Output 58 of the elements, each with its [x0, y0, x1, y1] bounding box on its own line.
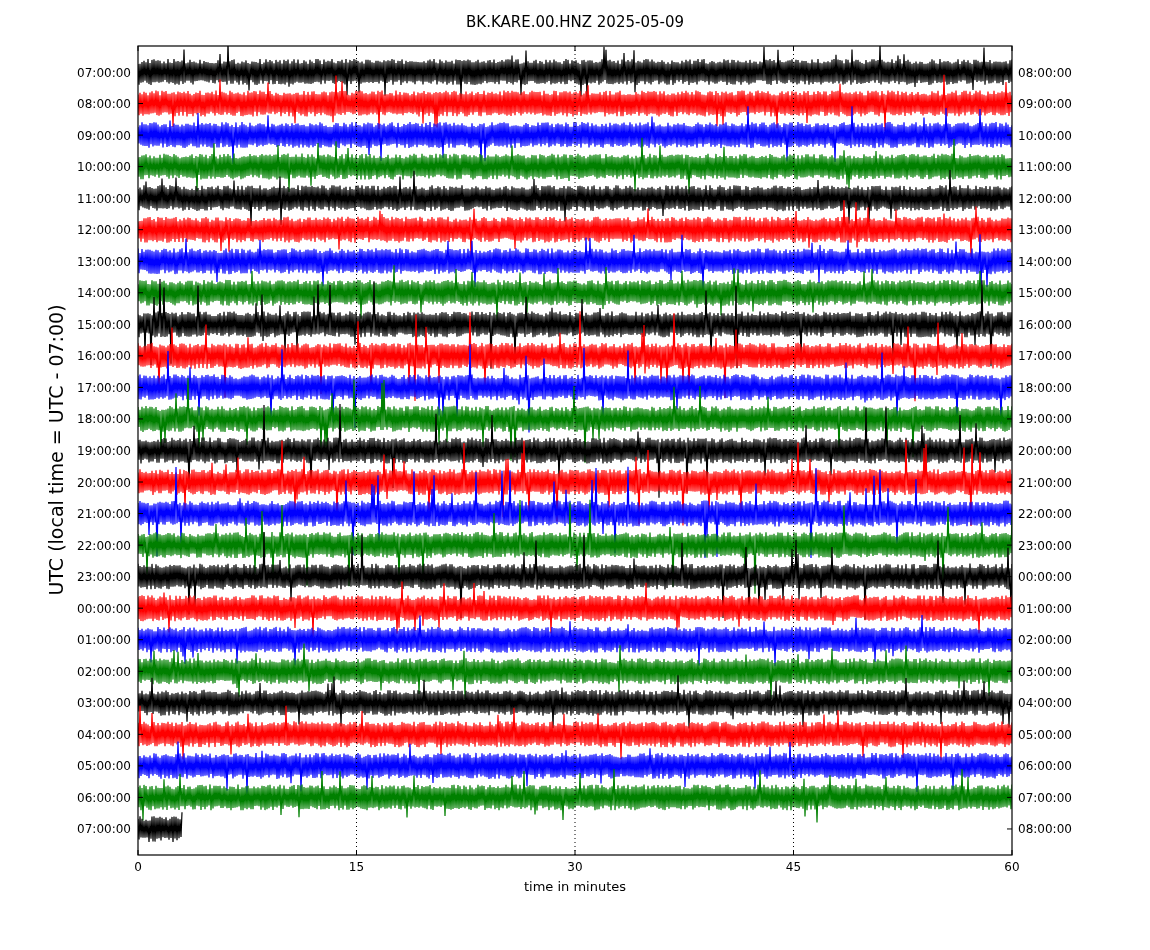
y-tick-label: 05:00:00	[77, 759, 131, 774]
y-tick-label: 06:00:00	[77, 790, 131, 805]
y-tick-label: 17:00:00	[77, 380, 131, 395]
y-tick-label: 00:00:00	[1018, 570, 1072, 585]
y-tick-label: 20:00:00	[1018, 444, 1072, 458]
y-tick-label: 00:00:00	[77, 601, 131, 616]
y-tick-label: 13:00:00	[1018, 223, 1072, 238]
x-axis-label: time in minutes	[523, 879, 627, 894]
y-tick-label: 04:00:00	[1018, 696, 1072, 711]
x-tick-label: 30	[567, 860, 583, 874]
y-tick-label: 21:00:00	[77, 507, 131, 522]
y-tick-label: 03:00:00	[1018, 664, 1072, 679]
y-tick-label: 19:00:00	[77, 444, 131, 458]
y-tick-label: 07:00:00	[77, 822, 131, 837]
y-tick-label: 22:00:00	[1018, 507, 1072, 522]
y-tick-label: 10:00:00	[1018, 128, 1072, 143]
y-tick-label: 01:00:00	[1018, 601, 1072, 616]
chart-title: BK.KARE.00.HNZ 2025-05-09	[466, 13, 684, 31]
y-tick-label: 08:00:00	[1018, 822, 1072, 837]
y-tick-label: 19:00:00	[1018, 412, 1072, 427]
y-tick-label: 08:00:00	[77, 97, 131, 112]
y-tick-label: 11:00:00	[77, 191, 131, 206]
y-tick-label: 02:00:00	[77, 664, 131, 679]
y-tick-label: 09:00:00	[1018, 97, 1072, 112]
y-tick-label: 01:00:00	[77, 633, 131, 648]
y-tick-label: 02:00:00	[1018, 633, 1072, 648]
x-tick-label: 45	[785, 860, 802, 874]
y-tick-label: 14:00:00	[77, 286, 131, 301]
y-tick-label: 10:00:00	[77, 160, 131, 175]
y-tick-label: 23:00:00	[1018, 538, 1072, 553]
y-tick-label: 17:00:00	[1018, 349, 1072, 364]
y-tick-label: 13:00:00	[77, 254, 131, 269]
y-tick-label: 07:00:00	[1018, 790, 1072, 805]
y-tick-label: 14:00:00	[1018, 254, 1072, 269]
y-tick-label: 05:00:00	[1018, 727, 1072, 742]
y-tick-label: 16:00:00	[77, 349, 131, 364]
y-tick-label: 15:00:00	[1018, 286, 1072, 301]
y-tick-label: 08:00:00	[1018, 65, 1072, 80]
y-tick-label: 04:00:00	[77, 727, 131, 742]
y-axis-label: UTC (local time = UTC - 07:00)	[45, 304, 67, 596]
y-tick-label: 12:00:00	[1018, 191, 1072, 206]
y-tick-label: 09:00:00	[77, 128, 131, 143]
y-tick-label: 21:00:00	[1018, 475, 1072, 490]
y-tick-label: 20:00:00	[77, 475, 131, 490]
y-tick-label: 07:00:00	[77, 65, 131, 80]
y-tick-label: 22:00:00	[77, 538, 131, 553]
y-tick-label: 18:00:00	[1018, 380, 1072, 395]
x-tick-label: 0	[134, 860, 142, 874]
y-tick-label: 06:00:00	[1018, 759, 1072, 774]
y-tick-label: 11:00:00	[1018, 160, 1072, 175]
y-tick-label: 16:00:00	[1018, 317, 1072, 332]
y-tick-label: 15:00:00	[77, 317, 131, 332]
y-tick-label: 23:00:00	[77, 570, 131, 585]
x-tick-label: 60	[1004, 860, 1020, 874]
x-tick-label: 15	[348, 860, 365, 874]
y-tick-label: 18:00:00	[77, 412, 131, 427]
y-tick-label: 03:00:00	[77, 696, 131, 711]
y-tick-label: 12:00:00	[77, 223, 131, 238]
